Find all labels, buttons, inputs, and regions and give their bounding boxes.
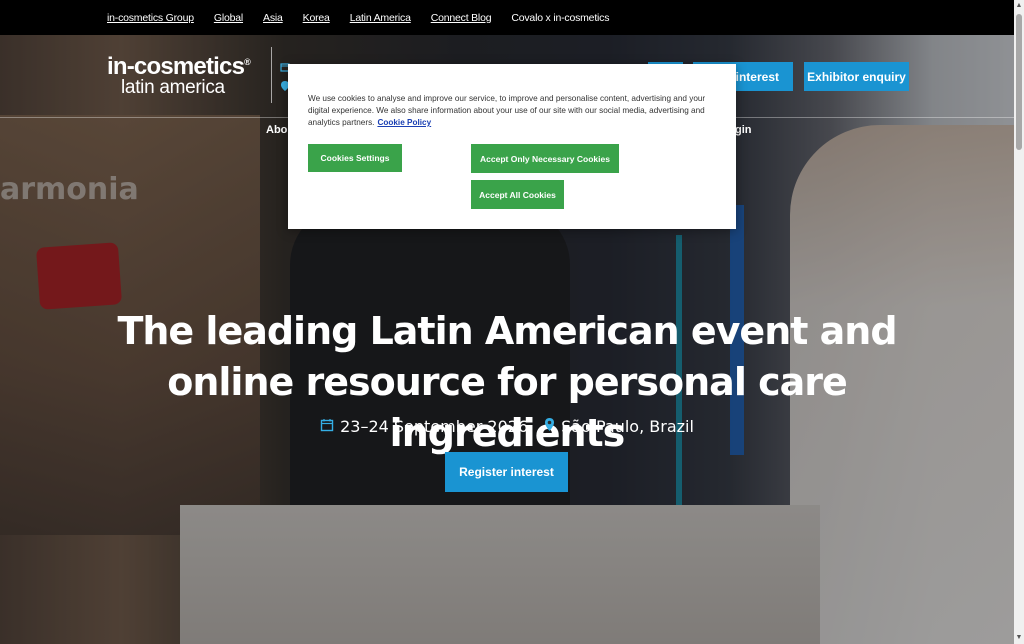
cookies-settings-button[interactable]: Cookies Settings xyxy=(308,144,402,172)
logo-mark: ® xyxy=(244,57,251,67)
topbar-link-latin-america[interactable]: Latin America xyxy=(350,12,411,24)
logo-divider xyxy=(271,47,272,103)
site-logo[interactable]: in-cosmetics® latin america xyxy=(107,53,251,99)
topbar-link-asia[interactable]: Asia xyxy=(263,12,283,24)
topbar-link-global[interactable]: Global xyxy=(214,12,243,24)
scrollbar-thumb[interactable] xyxy=(1016,14,1022,150)
map-pin-icon xyxy=(544,417,555,436)
event-date: 23–24 September 2026 xyxy=(340,417,529,436)
cookie-consent-text: We use cookies to analyse and improve ou… xyxy=(308,93,718,129)
register-interest-button[interactable]: Register interest xyxy=(445,452,568,492)
nav-item-login[interactable]: gin xyxy=(735,124,752,136)
topbar-link-group[interactable]: in-cosmetics Group xyxy=(107,12,194,24)
topbar-link-korea[interactable]: Korea xyxy=(303,12,330,24)
page-scrollbar[interactable]: ▲ ▼ xyxy=(1014,0,1024,644)
exhibitor-enquiry-button[interactable]: Exhibitor enquiry xyxy=(804,62,909,91)
event-location: São Paulo, Brazil xyxy=(561,417,694,436)
accept-necessary-cookies-button[interactable]: Accept Only Necessary Cookies xyxy=(471,144,619,173)
event-meta: 23–24 September 2026 São Paulo, Brazil xyxy=(0,417,1014,436)
scroll-down-arrow-icon[interactable]: ▼ xyxy=(1014,632,1024,644)
accept-all-cookies-button[interactable]: Accept All Cookies xyxy=(471,180,564,209)
top-utility-bar: in-cosmetics Group Global Asia Korea Lat… xyxy=(0,0,1014,35)
scroll-up-arrow-icon[interactable]: ▲ xyxy=(1014,0,1024,12)
topbar-link-connect-blog[interactable]: Connect Blog xyxy=(431,12,492,24)
cookie-text-body: We use cookies to analyse and improve ou… xyxy=(308,94,706,127)
topbar-link-covalo[interactable]: Covalo x in-cosmetics xyxy=(511,12,609,24)
cookie-consent-dialog: We use cookies to analyse and improve ou… xyxy=(288,64,736,229)
cookie-policy-link[interactable]: Cookie Policy xyxy=(377,118,431,127)
logo-line-1: in-cosmetics xyxy=(107,53,245,80)
hero-headline: The leading Latin American event and onl… xyxy=(117,309,897,455)
calendar-icon xyxy=(320,418,334,436)
